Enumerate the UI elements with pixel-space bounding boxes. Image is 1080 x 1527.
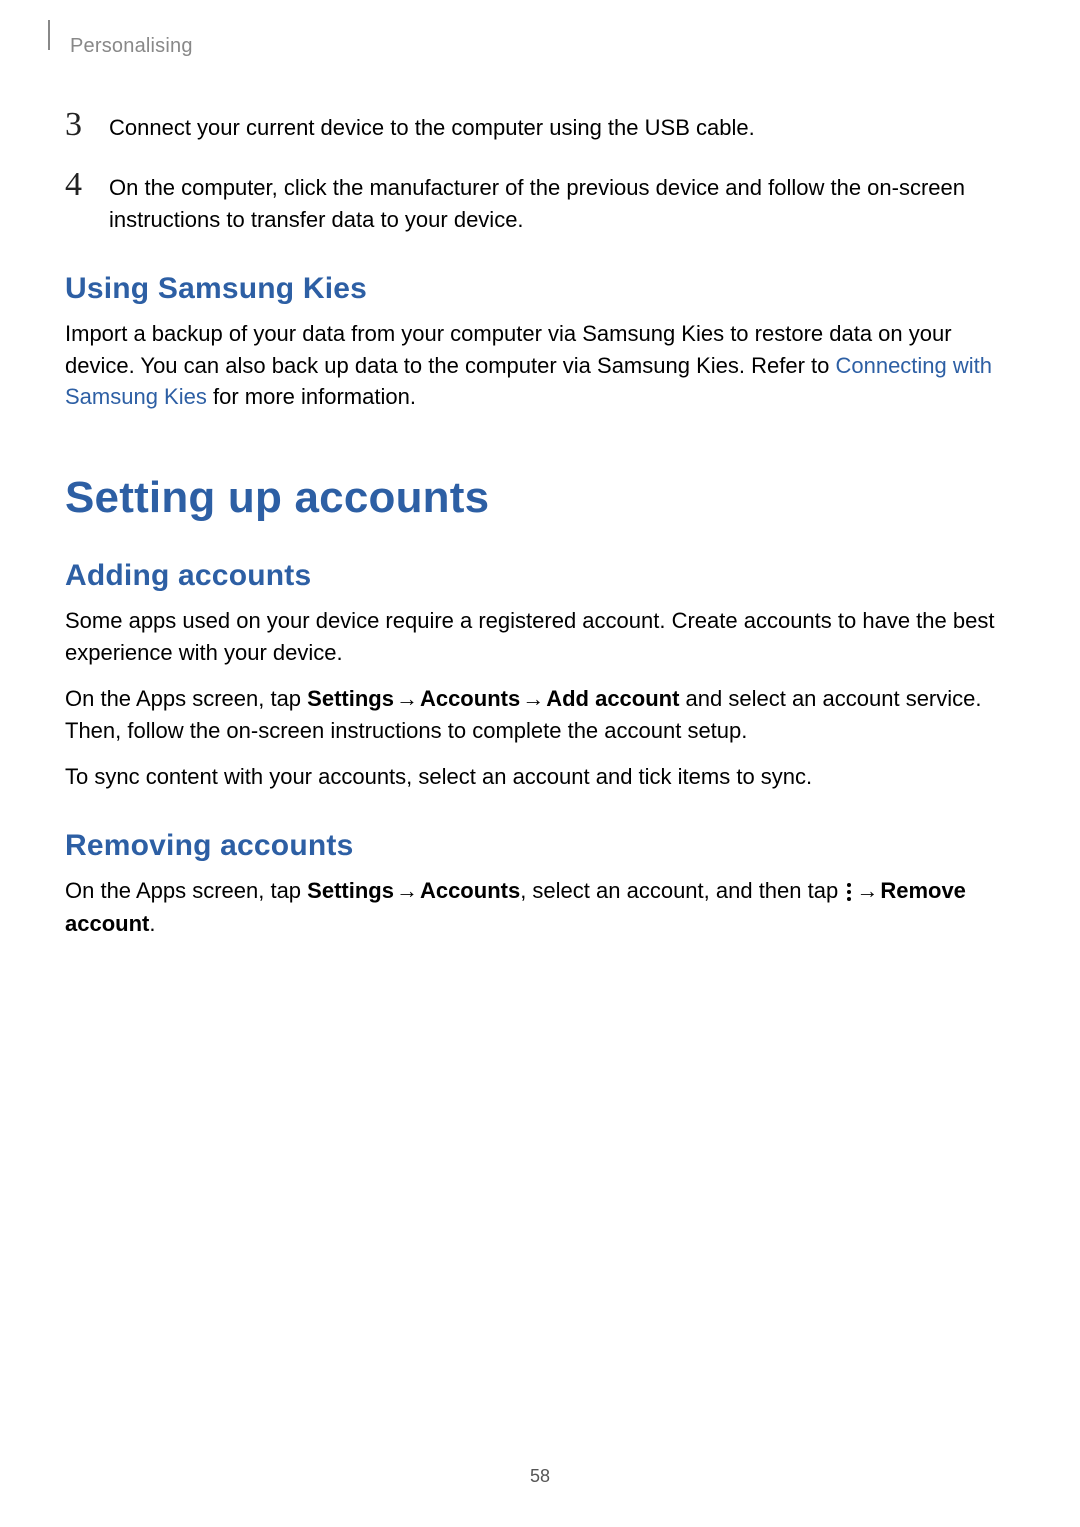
step-number: 4 <box>65 168 109 202</box>
adding-p1: Some apps used on your device require a … <box>65 605 1015 669</box>
bold-accounts: Accounts <box>420 686 520 711</box>
step-text: On the computer, click the manufacturer … <box>109 168 1015 236</box>
heading-adding-accounts: Adding accounts <box>65 559 1015 593</box>
bold-settings: Settings <box>307 686 394 711</box>
text: for more information. <box>207 384 416 409</box>
step-3: 3 Connect your current device to the com… <box>65 108 1015 144</box>
text: , select an account, and then tap <box>520 878 844 903</box>
heading-using-kies: Using Samsung Kies <box>65 272 1015 306</box>
more-options-icon <box>846 876 852 908</box>
text: . <box>149 911 155 936</box>
page-number: 58 <box>0 1466 1080 1487</box>
header-rule <box>48 20 50 50</box>
text: On the Apps screen, tap <box>65 878 307 903</box>
arrow-icon: → <box>856 875 878 907</box>
bold-settings: Settings <box>307 878 394 903</box>
step-number: 3 <box>65 108 109 142</box>
page-content: Personalising 3 Connect your current dev… <box>0 0 1080 940</box>
bold-add-account: Add account <box>546 686 679 711</box>
step-text: Connect your current device to the compu… <box>109 108 755 144</box>
heading-removing-accounts: Removing accounts <box>65 829 1015 863</box>
kies-paragraph: Import a backup of your data from your c… <box>65 318 1015 414</box>
removing-p1: On the Apps screen, tap Settings → Accou… <box>65 875 1015 940</box>
arrow-icon: → <box>522 683 544 715</box>
text: On the Apps screen, tap <box>65 686 307 711</box>
adding-p2: On the Apps screen, tap Settings → Accou… <box>65 683 1015 747</box>
step-4: 4 On the computer, click the manufacture… <box>65 168 1015 236</box>
adding-p3: To sync content with your accounts, sele… <box>65 761 1015 793</box>
arrow-icon: → <box>396 683 418 715</box>
numbered-steps: 3 Connect your current device to the com… <box>65 108 1015 236</box>
heading-setting-up-accounts: Setting up accounts <box>65 473 1015 523</box>
arrow-icon: → <box>396 875 418 907</box>
text: Import a backup of your data from your c… <box>65 321 952 378</box>
bold-accounts: Accounts <box>420 878 520 903</box>
section-label: Personalising <box>70 35 1015 58</box>
